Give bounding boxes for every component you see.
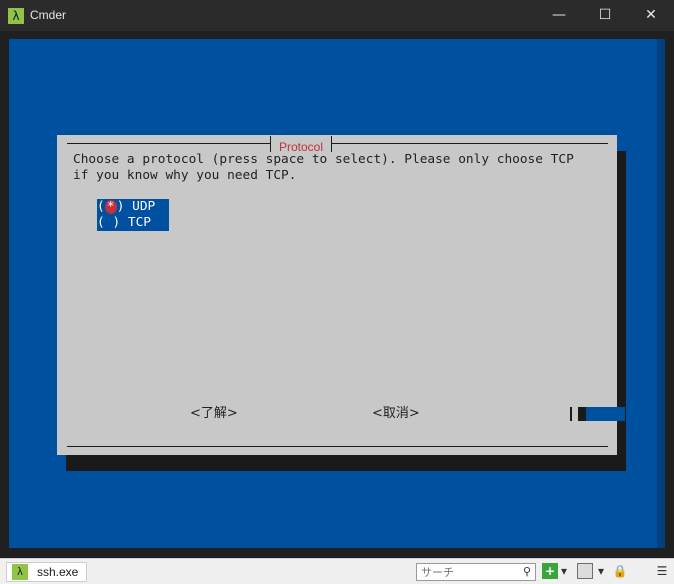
lambda-icon: λ [8,8,24,24]
window-title: Cmder [30,8,67,22]
dropdown-icon[interactable]: ▾ [559,563,569,579]
dialog-corner [617,143,625,151]
add-console-icon[interactable]: + [542,563,558,579]
dialog-border-top [67,143,608,144]
prompt-line-1: Choose a protocol (press space to select… [73,152,574,167]
option-label-tcp: TCP [127,215,151,230]
lock-icon[interactable]: 🔒 [612,563,628,579]
search-box[interactable]: ⚲ [416,563,536,581]
tab-label: ssh.exe [37,565,79,579]
search-input[interactable] [421,564,517,580]
statusbar: λ ssh.exe ⚲ + ▾ ▾ 🔒 ☰ [0,558,674,584]
console-tab[interactable]: λ ssh.exe [6,562,88,582]
radio-option-udp[interactable]: (*) UDP [97,199,169,215]
dialog-title-box: Protocol [270,136,333,154]
dropdown-icon[interactable]: ▾ [596,563,606,579]
pane-icon[interactable] [577,563,593,579]
option-label-udp: UDP [132,199,156,214]
dialog-prompt: Choose a protocol (press space to select… [73,152,613,184]
console-edge [657,39,665,548]
lambda-icon: λ [12,564,28,580]
minimize-button[interactable]: — [536,0,582,31]
terminal-cursor-bar [570,407,572,421]
dialog-border-bottom [67,446,608,447]
menu-icon[interactable]: ☰ [654,563,670,579]
radio-selected-icon: * [104,200,117,214]
radio-option-tcp[interactable]: ( ) TCP [97,215,169,231]
terminal-cursor-block [578,407,586,421]
prompt-line-2: if you know why you need TCP. [73,168,297,183]
cancel-button[interactable]: <取消> [372,406,420,422]
ok-button[interactable]: <了解> [190,406,238,422]
maximize-button[interactable]: ☐ [582,0,628,31]
search-icon[interactable]: ⚲ [523,565,531,578]
window-titlebar[interactable]: λ Cmder — ☐ ✕ [0,0,674,31]
close-button[interactable]: ✕ [628,0,674,31]
radio-unselected-icon [105,215,113,230]
console-fragment [586,407,625,421]
